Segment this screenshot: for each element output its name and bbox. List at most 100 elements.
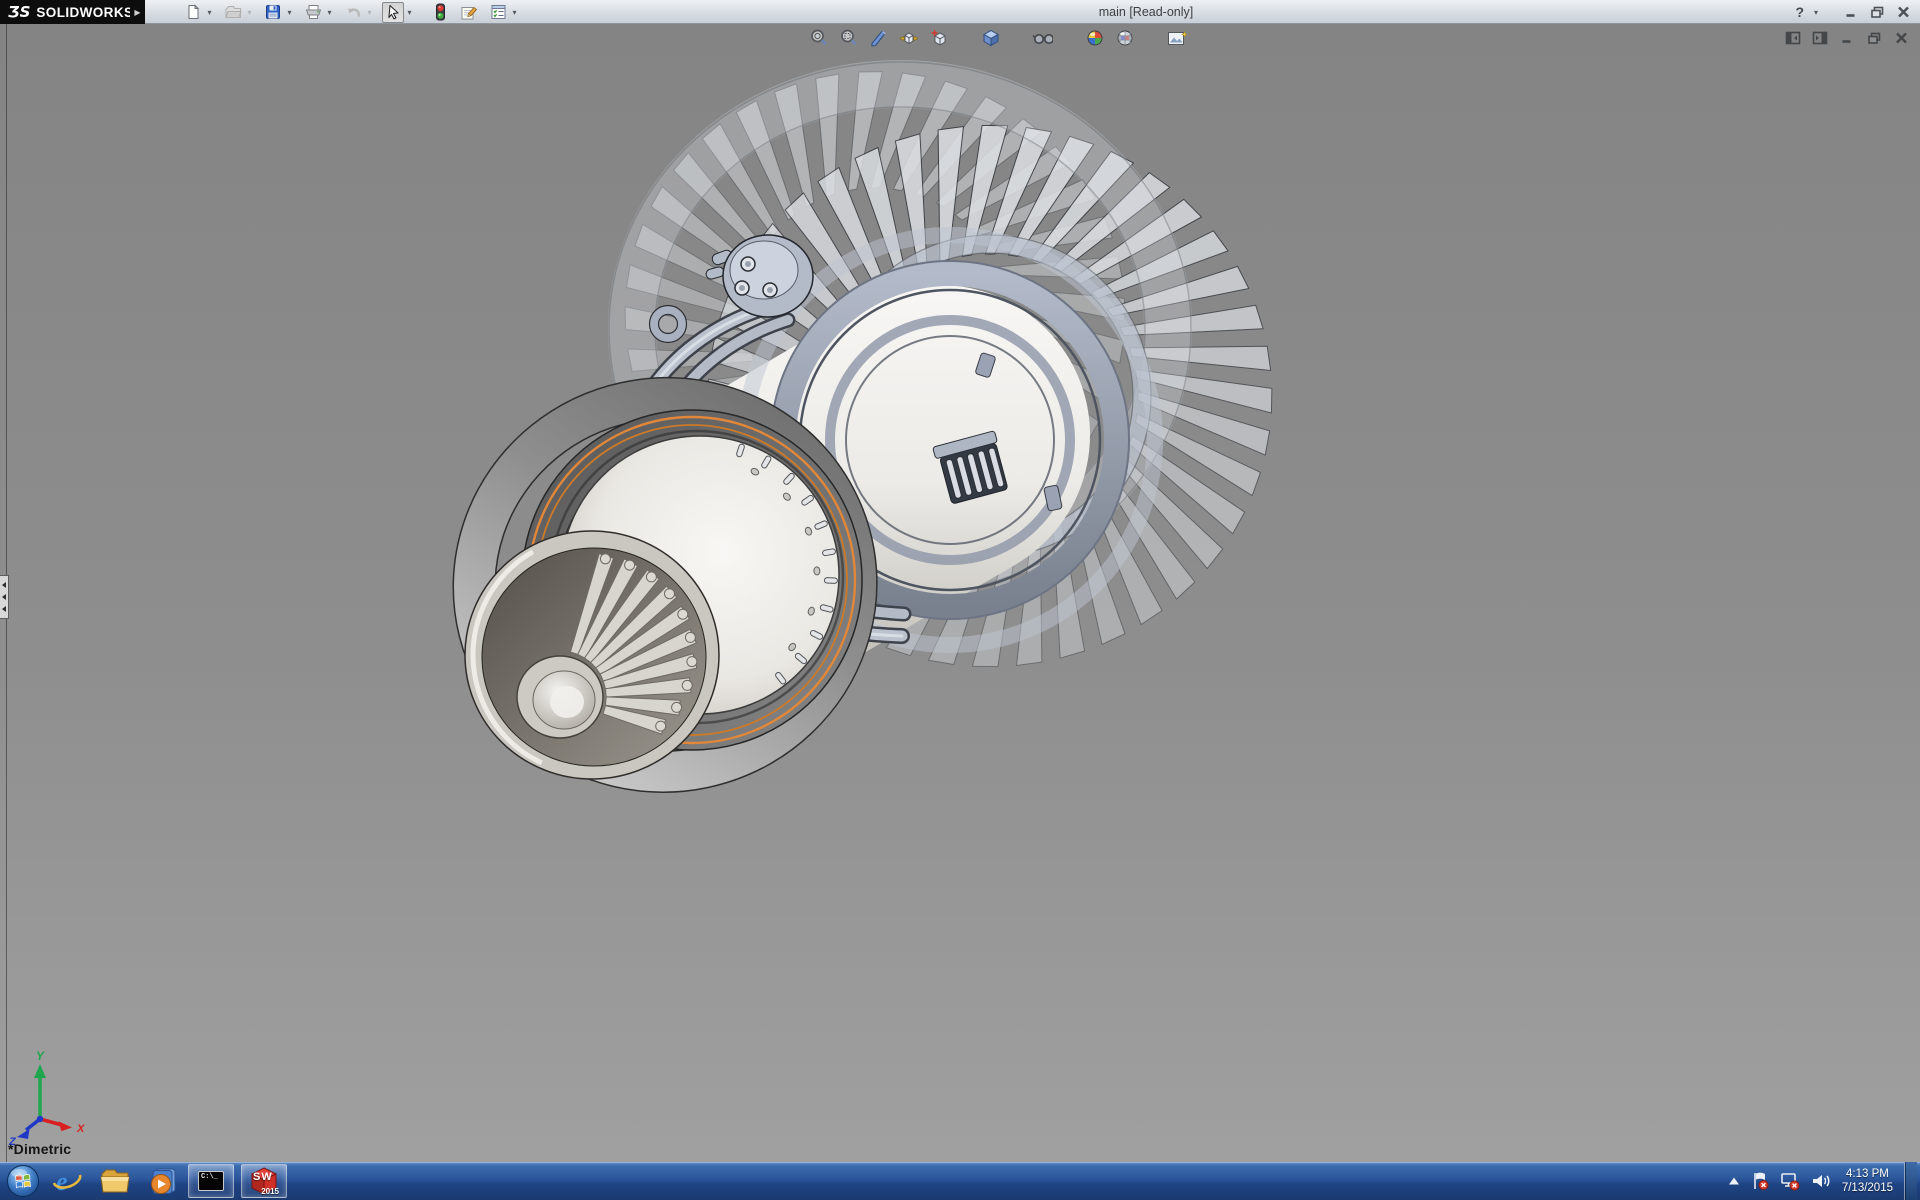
media-player-icon xyxy=(147,1166,179,1196)
feature-manager-collapsed-tab[interactable] xyxy=(0,575,9,619)
clock-time: 4:13 PM xyxy=(1842,1167,1893,1181)
section-view-icon xyxy=(869,28,889,48)
model-jet-engine[interactable] xyxy=(0,24,1920,1162)
minimize-icon xyxy=(1844,5,1858,19)
start-button[interactable] xyxy=(3,1162,43,1200)
solidworks-logo-mark: ƷS xyxy=(8,3,30,21)
view-settings-icon xyxy=(1166,28,1187,48)
restore-document-icon xyxy=(1867,31,1882,45)
open-button[interactable] xyxy=(222,2,244,23)
section-view-button[interactable] xyxy=(868,27,889,48)
new-document-button[interactable] xyxy=(182,2,204,23)
print-button[interactable] xyxy=(302,2,324,23)
show-desktop-button[interactable] xyxy=(1904,1162,1917,1200)
close-document-icon xyxy=(1894,31,1909,45)
collapse-arrow-icon xyxy=(2,594,6,600)
document-title: main [Read-only] xyxy=(1099,0,1194,24)
solidworks-logo: ƷS SOLIDWORKS xyxy=(0,0,145,24)
window-controls: ? ▾ xyxy=(1795,0,1912,24)
zoom-to-fit-icon xyxy=(809,28,829,48)
help-button[interactable]: ? xyxy=(1795,4,1804,20)
dock-pane-right-button[interactable] xyxy=(1811,29,1829,47)
new-document-dropdown[interactable]: ▾ xyxy=(204,2,215,23)
shaded-with-edges-button[interactable] xyxy=(980,27,1001,48)
main-toolbar: ▾ ▾ ▾ ▾ xyxy=(182,1,520,23)
print-dropdown[interactable]: ▾ xyxy=(324,2,335,23)
annotation-note-button[interactable] xyxy=(458,2,480,23)
scene-sphere-icon xyxy=(1115,28,1135,48)
title-bar: ƷS SOLIDWORKS ▶ ▾ ▾ ▾ xyxy=(0,0,1920,24)
heads-up-view-toolbar xyxy=(808,27,1187,48)
solidworks-2015-icon: SW 2015 xyxy=(250,1167,278,1195)
rebuild-traffic-light-icon xyxy=(433,3,447,21)
options-checklist-icon xyxy=(490,4,507,20)
folder-icon xyxy=(99,1167,131,1195)
apply-scene-button[interactable] xyxy=(1114,27,1135,48)
document-window-controls xyxy=(1784,29,1910,47)
view-orientation-label: *Dimetric xyxy=(8,1141,71,1157)
close-button[interactable] xyxy=(1894,3,1912,21)
options-dropdown[interactable]: ▾ xyxy=(509,2,520,23)
restore-icon xyxy=(1870,5,1885,19)
view-settings-button[interactable] xyxy=(1166,27,1187,48)
view-orientation-icon xyxy=(898,28,919,48)
edit-appearance-button[interactable] xyxy=(1084,27,1105,48)
reference-triad: Y X Z xyxy=(0,1042,110,1152)
svg-text:e: e xyxy=(56,1167,68,1196)
help-dropdown[interactable]: ▾ xyxy=(1812,2,1820,23)
taskbar-item-media-player[interactable] xyxy=(140,1164,186,1198)
options-button[interactable] xyxy=(487,2,509,23)
appearance-sphere-icon xyxy=(1085,28,1105,48)
minimize-document-icon xyxy=(1840,31,1854,45)
minimize-document-button[interactable] xyxy=(1838,29,1856,47)
display-style-icon xyxy=(929,28,949,48)
windows-taskbar: e C:\_ SW 2015 xyxy=(0,1162,1920,1200)
select-dropdown[interactable]: ▾ xyxy=(404,2,415,23)
clock-date: 7/13/2015 xyxy=(1842,1181,1893,1195)
graphics-area[interactable]: Y X Z *Dimetric xyxy=(0,24,1920,1162)
display-style-button[interactable] xyxy=(928,27,949,48)
internet-explorer-icon: e xyxy=(52,1166,82,1196)
taskbar-item-windows-explorer[interactable] xyxy=(92,1164,138,1198)
zoom-to-fit-button[interactable] xyxy=(808,27,829,48)
menu-expand-arrow[interactable]: ▶ xyxy=(130,0,145,24)
hide-show-items-button[interactable] xyxy=(1032,27,1053,48)
network-status-icon[interactable] xyxy=(1780,1171,1800,1191)
system-tray: 4:13 PM 7/13/2015 xyxy=(1728,1162,1920,1200)
action-center-flag-icon[interactable] xyxy=(1751,1171,1769,1191)
note-pencil-icon xyxy=(460,4,478,21)
dock-pane-right-icon xyxy=(1812,31,1828,45)
windows-start-orb-icon xyxy=(6,1164,40,1198)
select-button[interactable] xyxy=(382,2,404,23)
taskbar-item-command-prompt[interactable]: C:\_ xyxy=(188,1164,234,1198)
taskbar-item-internet-explorer[interactable]: e xyxy=(44,1164,90,1198)
restore-document-button[interactable] xyxy=(1865,29,1883,47)
minimize-button[interactable] xyxy=(1842,3,1860,21)
save-dropdown[interactable]: ▾ xyxy=(284,2,295,23)
open-dropdown[interactable]: ▾ xyxy=(244,2,255,23)
command-prompt-icon: C:\_ xyxy=(198,1171,224,1191)
rebuild-button[interactable] xyxy=(429,2,451,23)
save-button[interactable] xyxy=(262,2,284,23)
dock-pane-left-button[interactable] xyxy=(1784,29,1802,47)
zoom-to-area-button[interactable] xyxy=(838,27,859,48)
volume-icon[interactable] xyxy=(1811,1172,1831,1190)
undo-button[interactable] xyxy=(342,2,364,23)
print-icon xyxy=(305,4,322,20)
collapse-arrow-icon xyxy=(2,606,6,612)
view-orientation-button[interactable] xyxy=(898,27,919,48)
show-hidden-icons-button[interactable] xyxy=(1728,1176,1740,1186)
close-document-button[interactable] xyxy=(1892,29,1910,47)
save-icon xyxy=(265,4,281,20)
close-icon xyxy=(1896,5,1911,19)
zoom-to-area-icon xyxy=(839,28,859,48)
taskbar-clock[interactable]: 4:13 PM 7/13/2015 xyxy=(1842,1167,1893,1195)
new-document-icon xyxy=(185,4,201,20)
triad-y-label: Y xyxy=(36,1049,45,1063)
taskbar-item-solidworks-2015[interactable]: SW 2015 xyxy=(241,1164,287,1198)
restore-button[interactable] xyxy=(1868,3,1886,21)
undo-dropdown[interactable]: ▾ xyxy=(364,2,375,23)
triad-x-label: X xyxy=(76,1123,85,1135)
eyeglasses-icon xyxy=(1032,28,1053,48)
undo-icon xyxy=(345,4,362,20)
